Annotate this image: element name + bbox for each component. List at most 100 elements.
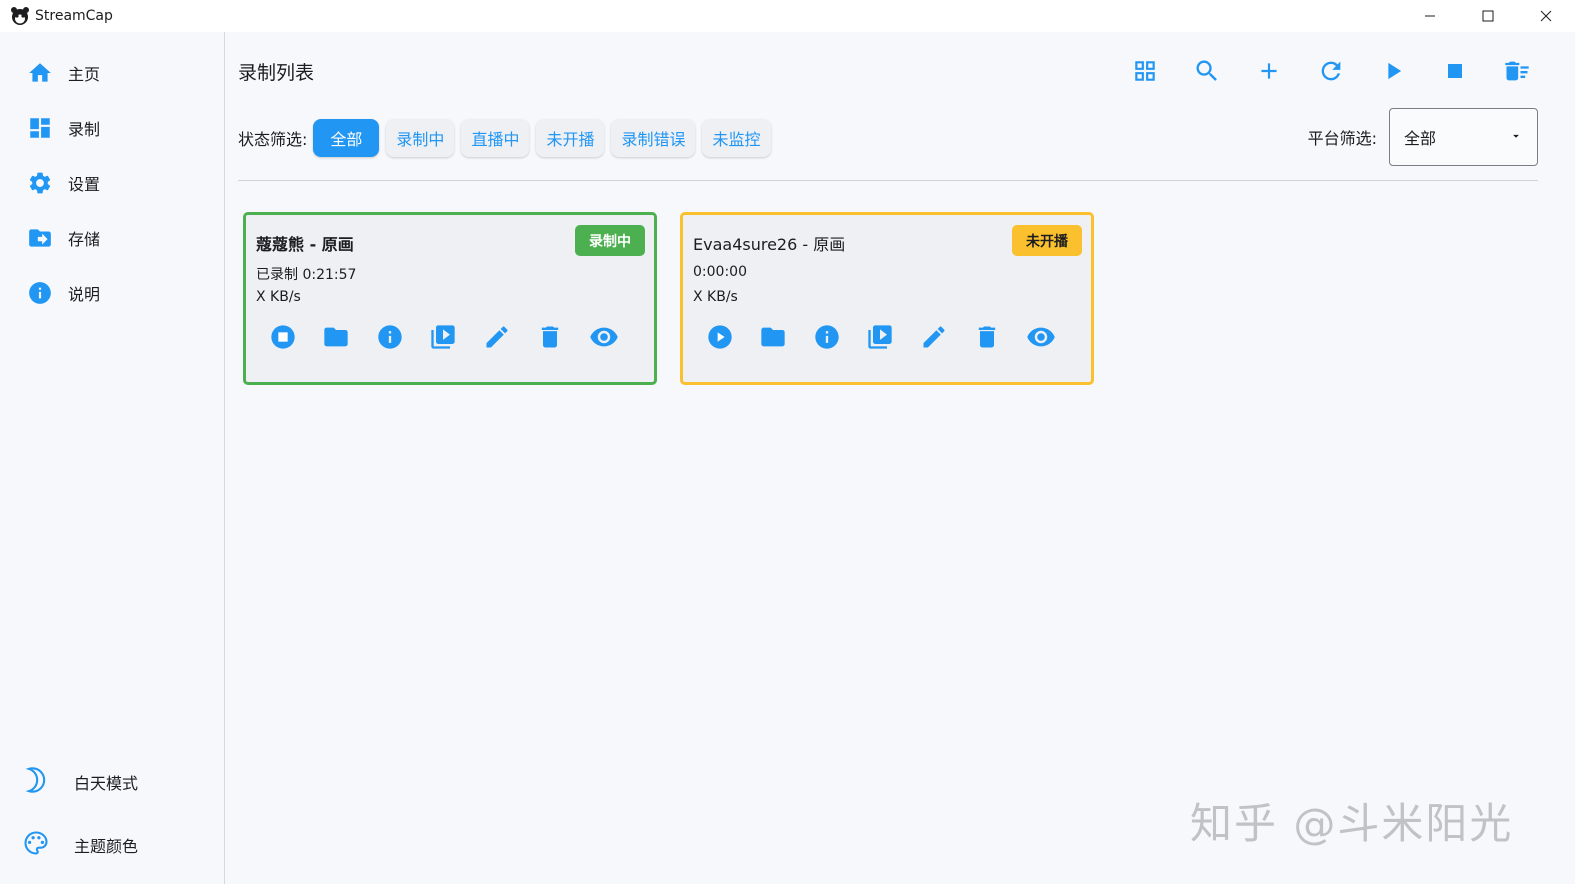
start-record-button[interactable] <box>693 319 747 355</box>
preview-video-button[interactable] <box>417 319 471 355</box>
video-library-icon <box>868 325 892 349</box>
window-controls <box>1401 0 1575 32</box>
trash-icon <box>979 326 996 348</box>
add-button[interactable] <box>1238 52 1300 90</box>
play-icon <box>1388 62 1402 80</box>
delete-button[interactable] <box>524 319 578 355</box>
recording-card[interactable]: Evaa4sure26 - 原画 未开播 0:00:00 X KB/s <box>680 212 1094 385</box>
folder-icon <box>761 327 785 347</box>
theme-color-button[interactable]: 主题颜色 <box>22 829 138 861</box>
search-button[interactable] <box>1176 52 1238 90</box>
stop-circle-icon <box>271 325 295 349</box>
status-filter: 状态筛选: 全部 录制中 直播中 未开播 录制错误 未监控 <box>238 118 778 158</box>
preview-video-button[interactable] <box>854 319 908 355</box>
card-title: Evaa4sure26 - 原画 <box>693 235 846 254</box>
status-chip-unmonitored[interactable]: 未监控 <box>702 119 771 157</box>
status-chip-offline[interactable]: 未开播 <box>536 119 605 157</box>
stop-icon <box>1448 64 1462 78</box>
eye-icon <box>1027 327 1055 347</box>
palette-icon <box>22 829 50 861</box>
gear-icon <box>26 169 54 197</box>
folder-icon <box>324 327 348 347</box>
stop-all-button[interactable] <box>1424 52 1486 90</box>
delete-all-button[interactable] <box>1486 52 1548 90</box>
open-folder-button[interactable] <box>747 319 801 355</box>
card-speed: X KB/s <box>256 289 301 305</box>
home-icon <box>26 59 54 87</box>
add-icon <box>1261 63 1277 79</box>
card-duration: 已录制 0:21:57 <box>256 267 357 283</box>
minimize-button[interactable] <box>1401 0 1459 32</box>
grid-view-button[interactable] <box>1114 52 1176 90</box>
app-logo-icon <box>10 6 30 26</box>
platform-select-value: 全部 <box>1404 129 1437 148</box>
page-title: 录制列表 <box>238 62 315 84</box>
app-title: StreamCap <box>35 8 113 24</box>
eye-icon <box>590 327 618 347</box>
delete-button[interactable] <box>961 319 1015 355</box>
dashboard-icon <box>26 114 54 142</box>
info-button[interactable] <box>800 319 854 355</box>
refresh-icon <box>1321 61 1341 81</box>
sidebar-item-home[interactable]: 主页 <box>26 58 100 88</box>
edit-button[interactable] <box>907 319 961 355</box>
sidebar-item-record[interactable]: 录制 <box>26 113 100 143</box>
folder-arrow-icon <box>26 224 54 252</box>
trash-icon <box>542 326 559 348</box>
sidebar-item-label: 存储 <box>68 230 101 249</box>
watermark: 知乎 @斗米阳光 <box>1190 799 1514 848</box>
moon-icon <box>22 766 50 798</box>
toolbar <box>1114 52 1548 90</box>
status-badge: 录制中 <box>575 225 645 256</box>
platform-select[interactable]: 全部 <box>1389 108 1538 166</box>
divider <box>238 180 1538 181</box>
watch-button[interactable] <box>1014 319 1068 355</box>
status-chip-live[interactable]: 直播中 <box>461 119 530 157</box>
title-bar: StreamCap <box>0 0 1575 32</box>
maximize-icon <box>1482 10 1494 22</box>
recording-card[interactable]: 蔻蔻熊 - 原画 录制中 已录制 0:21:57 X KB/s <box>243 212 657 385</box>
status-filter-label: 状态筛选: <box>238 130 308 149</box>
edit-button[interactable] <box>470 319 524 355</box>
info-icon <box>815 325 839 349</box>
close-window-button[interactable] <box>1517 0 1575 32</box>
pencil-icon <box>486 326 508 348</box>
sidebar-item-settings[interactable]: 设置 <box>26 168 100 198</box>
day-mode-label: 白天模式 <box>74 774 139 793</box>
status-chip-all[interactable]: 全部 <box>313 119 380 157</box>
info-icon <box>26 279 54 307</box>
sidebar-item-label: 主页 <box>68 65 101 84</box>
minimize-icon <box>1425 15 1435 17</box>
grid-view-icon <box>1135 61 1155 81</box>
stop-record-button[interactable] <box>256 319 310 355</box>
status-chip-recording[interactable]: 录制中 <box>386 119 455 157</box>
watch-button[interactable] <box>577 319 631 355</box>
card-actions <box>256 319 631 355</box>
search-icon <box>1196 60 1217 81</box>
status-chip-error[interactable]: 录制错误 <box>611 119 696 157</box>
sidebar-item-label: 录制 <box>68 120 101 139</box>
card-title: 蔻蔻熊 - 原画 <box>256 235 354 254</box>
open-folder-button[interactable] <box>310 319 364 355</box>
platform-filter-label: 平台筛选: <box>1307 129 1377 148</box>
platform-filter: 平台筛选: 全部 <box>1308 108 1538 166</box>
card-actions <box>693 319 1068 355</box>
theme-color-label: 主题颜色 <box>74 837 139 856</box>
video-library-icon <box>431 325 455 349</box>
sidebar-item-storage[interactable]: 存储 <box>26 223 100 253</box>
sidebar-item-about[interactable]: 说明 <box>26 278 100 308</box>
day-mode-toggle[interactable]: 白天模式 <box>22 766 138 798</box>
start-all-button[interactable] <box>1362 52 1424 90</box>
info-icon <box>378 325 402 349</box>
card-duration: 0:00:00 <box>693 264 747 280</box>
close-icon <box>1540 10 1552 22</box>
sidebar-item-label: 设置 <box>68 175 101 194</box>
status-badge: 未开播 <box>1012 225 1082 256</box>
info-button[interactable] <box>363 319 417 355</box>
refresh-button[interactable] <box>1300 52 1362 90</box>
main-content: 录制列表 状态筛选: 全部 录制中 直播中 未开播 录制错误 未监控 平台筛选:… <box>226 32 1575 884</box>
sidebar-item-label: 说明 <box>68 285 101 304</box>
maximize-button[interactable] <box>1459 0 1517 32</box>
delete-all-icon <box>1505 61 1529 81</box>
play-circle-icon <box>708 325 732 349</box>
